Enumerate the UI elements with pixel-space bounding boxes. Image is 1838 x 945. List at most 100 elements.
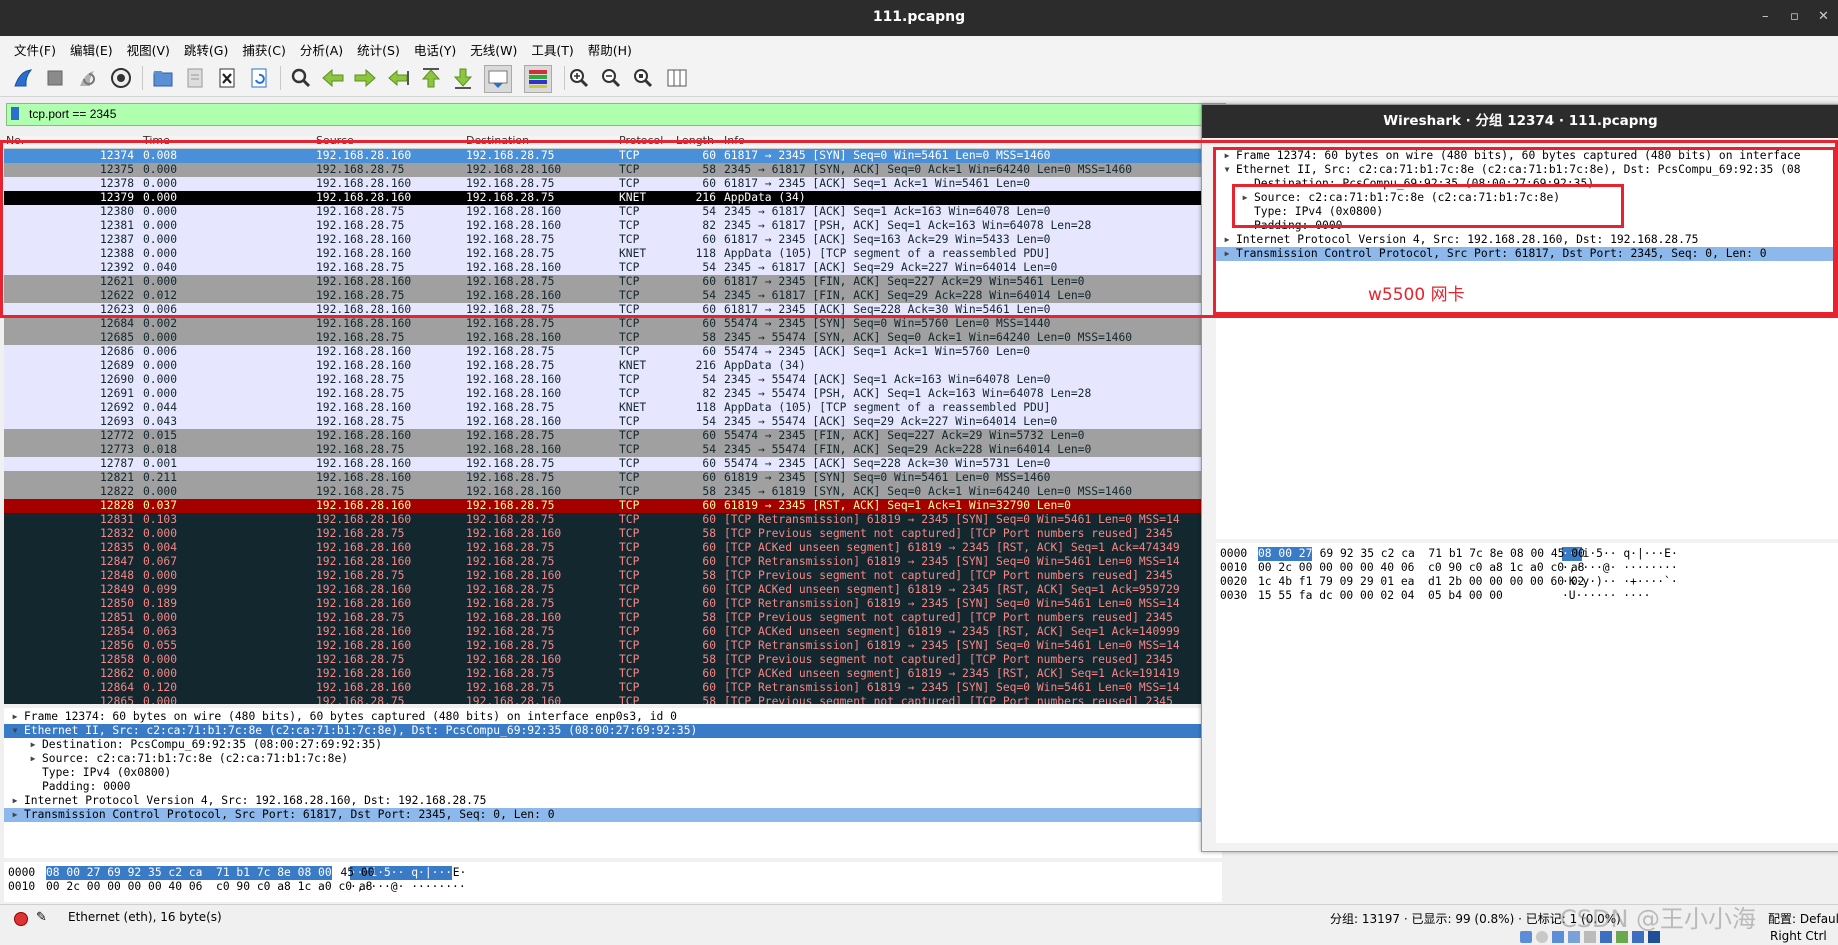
packet-row[interactable]: 12849 0.099 192.168.28.160 192.168.28.75 TCP…	[4, 583, 1222, 597]
reload-icon[interactable]	[246, 65, 272, 91]
collapsed-arrow-icon[interactable]: ▶	[28, 738, 38, 752]
packet-row[interactable]: 12684 0.002 192.168.28.160 192.168.28.75 TCP…	[4, 317, 1222, 331]
bytes-hex[interactable]: 1c 4b f1 79 09 29 01 ea d1 2b 00 00 00 0…	[1258, 575, 1584, 589]
packet-row[interactable]: 12850 0.189 192.168.28.160 192.168.28.75 TCP…	[4, 597, 1222, 611]
bytes-offset[interactable]: 0030	[1220, 589, 1247, 603]
bytes-hex[interactable]: 69 92 35 c2 ca 71 b1 7c 8e 08 00 45 00	[1313, 547, 1585, 561]
capture-options-icon[interactable]	[108, 65, 134, 91]
display-filter-input[interactable]	[29, 105, 1209, 122]
zoom-in-icon[interactable]	[566, 65, 592, 91]
menu-item[interactable]: 视图(V)	[120, 36, 177, 59]
bytes-ascii[interactable]: ·,····@· ········	[1562, 561, 1678, 575]
shark-fin-start-icon[interactable]	[10, 65, 36, 91]
first-packet-icon[interactable]	[418, 65, 444, 91]
tree-node[interactable]: ▶ Source: c2:ca:71:b1:7c:8e (c2:ca:71:b1:…	[4, 752, 1222, 766]
collapsed-arrow-icon[interactable]: ▶	[10, 710, 20, 724]
packet-row[interactable]: 12862 0.000 192.168.28.160 192.168.28.75 TCP…	[4, 667, 1222, 681]
bytes-offset[interactable]: 0020	[1220, 575, 1247, 589]
packet-row[interactable]: 12847 0.067 192.168.28.160 192.168.28.75 TCP…	[4, 555, 1222, 569]
menu-item[interactable]: 统计(S)	[350, 36, 407, 59]
packet-row[interactable]: 12689 0.000 192.168.28.160 192.168.28.75 KNE…	[4, 359, 1222, 373]
stop-capture-icon[interactable]	[42, 65, 68, 91]
packet-row[interactable]: 12864 0.120 192.168.28.160 192.168.28.75 TCP…	[4, 681, 1222, 695]
bytes-hex[interactable]: 45 00	[334, 866, 374, 880]
zoom-normal-icon[interactable]	[630, 65, 656, 91]
bytes-offset[interactable]: 0000	[1220, 547, 1247, 561]
bytes-hex[interactable]: 15 55 fa dc 00 00 02 04 05 b4 00 00	[1258, 589, 1503, 603]
bytes-ascii[interactable]: ·U······ ····	[1562, 589, 1650, 603]
bytes-ascii[interactable]: ·K·y·)·· ·+····`·	[1562, 575, 1678, 589]
packet-details-tree[interactable]: ▶ Frame 12374: 60 bytes on wire (480 bits…	[4, 708, 1222, 858]
packet-row[interactable]: 12832 0.000 192.168.28.75 192.168.28.160 TCP…	[4, 527, 1222, 541]
packet-bytes-pane[interactable]: 0000 08 00 27 69 92 35 c2 ca 71 b1 7c 8e …	[4, 862, 1222, 902]
packet-row[interactable]: 12690 0.000 192.168.28.75 192.168.28.160 TCP…	[4, 373, 1222, 387]
packet-row[interactable]: 12851 0.000 192.168.28.75 192.168.28.160 TCP…	[4, 611, 1222, 625]
packet-row[interactable]: 12787 0.001 192.168.28.160 192.168.28.75 TCP…	[4, 457, 1222, 471]
last-packet-icon[interactable]	[450, 65, 476, 91]
zoom-out-icon[interactable]	[598, 65, 624, 91]
packet-row[interactable]: 12693 0.043 192.168.28.75 192.168.28.160 TCP…	[4, 415, 1222, 429]
minimize-icon[interactable]: –	[1762, 9, 1769, 24]
menu-item[interactable]: 编辑(E)	[63, 36, 120, 59]
bytes-hex[interactable]: 00 2c 00 00 00 00 40 06 c0 90 c0 a8 1c a…	[1258, 561, 1584, 575]
restart-capture-icon[interactable]	[74, 65, 100, 91]
menu-item[interactable]: 分析(A)	[293, 36, 350, 59]
packet-row[interactable]: 12835 0.004 192.168.28.160 192.168.28.75 TCP…	[4, 541, 1222, 555]
collapsed-arrow-icon[interactable]: ▶	[10, 794, 20, 808]
bytes-hex-selected[interactable]: 08 00 27	[1258, 547, 1313, 561]
close-icon[interactable]: ✕	[1818, 9, 1829, 24]
menu-item[interactable]: 工具(T)	[524, 36, 580, 59]
bookmark-icon[interactable]	[11, 107, 19, 120]
tree-node[interactable]: ▶ Frame 12374: 60 bytes on wire (480 bits…	[4, 710, 1222, 724]
packet-row[interactable]: 12865 0.000 192.168.28.75 192.168.28.160 TCP…	[4, 695, 1222, 704]
bytes-offset[interactable]: 0010	[1220, 561, 1247, 575]
status-profile[interactable]: 配置: Default	[1768, 910, 1838, 927]
packet-row[interactable]: 12856 0.055 192.168.28.160 192.168.28.75 TCP…	[4, 639, 1222, 653]
open-file-icon[interactable]	[150, 65, 176, 91]
close-file-icon[interactable]	[214, 65, 240, 91]
tree-node[interactable]: ▼ Ethernet II, Src: c2:ca:71:b1:7c:8e (c2…	[4, 724, 1222, 738]
tree-node[interactable]: Padding: 0000	[4, 780, 1222, 794]
menu-item[interactable]: 帮助(H)	[581, 36, 639, 59]
colorize-icon[interactable]	[524, 65, 552, 93]
autoscroll-icon[interactable]	[484, 65, 512, 93]
edit-comment-icon[interactable]: ✎	[36, 910, 47, 925]
tree-node[interactable]: ▶ Internet Protocol Version 4, Src: 192.1…	[4, 794, 1222, 808]
packet-row[interactable]: 12692 0.044 192.168.28.160 192.168.28.75 KNE…	[4, 401, 1222, 415]
bytes-ascii[interactable]: i·5·· q·|···E·	[1583, 547, 1678, 561]
tree-node[interactable]: Type: IPv4 (0x0800)	[4, 766, 1222, 780]
go-forward-icon[interactable]	[352, 65, 378, 91]
menu-item[interactable]: 跳转(G)	[177, 36, 235, 59]
menu-item[interactable]: 电话(Y)	[407, 36, 463, 59]
bytes-ascii[interactable]: E·	[453, 866, 467, 880]
popup-bytes-pane[interactable]: 0000 08 00 27 ··' 69 92 35 c2 ca 71 b1 7c …	[1216, 543, 1838, 843]
go-to-packet-icon[interactable]	[386, 65, 412, 91]
tree-node[interactable]: ▶ Destination: PcsCompu_69:92:35 (08:00:2…	[4, 738, 1222, 752]
packet-row[interactable]: 12858 0.000 192.168.28.75 192.168.28.160 TCP…	[4, 653, 1222, 667]
save-file-icon[interactable]	[182, 65, 208, 91]
packet-row[interactable]: 12854 0.063 192.168.28.160 192.168.28.75 TCP…	[4, 625, 1222, 639]
capture-status-icon[interactable]	[14, 912, 28, 926]
packet-row[interactable]: 12821 0.211 192.168.28.160 192.168.28.75 TCP…	[4, 471, 1222, 485]
bytes-hex-selected[interactable]: 08 00 27 69 92 35 c2 ca 71 b1 7c 8e 08 0…	[46, 866, 332, 880]
packet-row[interactable]: 12691 0.000 192.168.28.75 192.168.28.160 TCP…	[4, 387, 1222, 401]
packet-row[interactable]: 12773 0.018 192.168.28.75 192.168.28.160 TCP…	[4, 443, 1222, 457]
collapsed-arrow-icon[interactable]: ▶	[28, 752, 38, 766]
bytes-hex[interactable]: 00 2c 00 00 00 00 40 06 c0 90 c0 a8 1c a…	[46, 880, 372, 894]
packet-row[interactable]: 12828 0.037 192.168.28.160 192.168.28.75 TCP…	[4, 499, 1222, 513]
menu-item[interactable]: 无线(W)	[463, 36, 524, 59]
packet-row[interactable]: 12848 0.000 192.168.28.75 192.168.28.160 TCP…	[4, 569, 1222, 583]
tree-node[interactable]: ▶ Transmission Control Protocol, Src Port…	[4, 808, 1222, 822]
packet-row[interactable]: 12772 0.015 192.168.28.160 192.168.28.75 TCP…	[4, 429, 1222, 443]
packet-row[interactable]: 12685 0.000 192.168.28.75 192.168.28.160 TCP…	[4, 331, 1222, 345]
packet-row[interactable]: 12831 0.103 192.168.28.160 192.168.28.75 TCP…	[4, 513, 1222, 527]
maximize-icon[interactable]: ▫	[1790, 9, 1799, 24]
bytes-offset[interactable]: 0000	[8, 866, 35, 880]
expanded-arrow-icon[interactable]: ▼	[10, 724, 20, 738]
menu-item[interactable]: 文件(F)	[7, 36, 63, 59]
menu-item[interactable]: 捕获(C)	[235, 36, 292, 59]
collapsed-arrow-icon[interactable]: ▶	[10, 808, 20, 822]
bytes-ascii[interactable]: ·,····@· ········	[350, 880, 466, 894]
packet-row[interactable]: 12822 0.000 192.168.28.75 192.168.28.160 TCP…	[4, 485, 1222, 499]
bytes-offset[interactable]: 0010	[8, 880, 35, 894]
